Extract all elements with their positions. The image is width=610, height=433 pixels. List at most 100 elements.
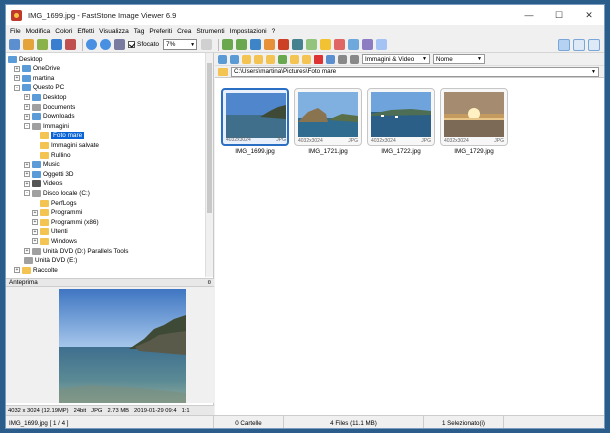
copy-to-icon[interactable]: [290, 54, 299, 64]
move-to-icon[interactable]: [302, 54, 311, 64]
tree-item[interactable]: + Utenti: [32, 227, 68, 237]
menu-item-9[interactable]: Impostazioni: [230, 28, 267, 35]
favorite-folder-icon[interactable]: [254, 54, 263, 64]
menu-item-8[interactable]: Strumenti: [196, 28, 224, 35]
maximize-button[interactable]: ☐: [544, 5, 574, 25]
thumbnail-item[interactable]: 4032x3024 JPG IMG_1699.jpg: [221, 88, 289, 158]
layout-browser-icon[interactable]: [558, 39, 570, 51]
tree-item[interactable]: + Programmi (x86): [32, 217, 99, 227]
acquire-icon[interactable]: [37, 39, 48, 50]
layout-full-icon[interactable]: [588, 39, 600, 51]
expand-icon[interactable]: +: [32, 209, 38, 216]
details-view-icon[interactable]: [338, 54, 347, 64]
rotate-left-icon[interactable]: [250, 39, 262, 50]
collapse-icon[interactable]: -: [14, 84, 20, 91]
crop-icon[interactable]: [292, 39, 304, 50]
menu-item-1[interactable]: Modifica: [26, 28, 51, 35]
email-icon[interactable]: [348, 39, 360, 50]
tree-item[interactable]: - Questo PC: [14, 83, 64, 93]
filter-select[interactable]: Immagini & Video ▼: [362, 54, 430, 64]
expand-icon[interactable]: +: [24, 113, 30, 120]
tree-item[interactable]: + Music: [24, 160, 60, 170]
thumbnail-item[interactable]: 4032x3024 JPG IMG_1729.jpg: [440, 88, 508, 158]
tree-item[interactable]: Rullino: [40, 150, 71, 160]
smooth-checkbox[interactable]: Sfocato: [128, 41, 159, 48]
resize-icon[interactable]: [306, 39, 318, 50]
delete-x-icon[interactable]: [314, 54, 323, 64]
layout-preview-icon[interactable]: [573, 39, 585, 51]
tree-item[interactable]: Desktop: [8, 54, 42, 64]
tree-item[interactable]: + Desktop: [24, 92, 66, 102]
menu-item-5[interactable]: Tag: [134, 28, 145, 35]
hand-tool-icon[interactable]: [201, 39, 213, 50]
expand-icon[interactable]: +: [32, 228, 38, 235]
thumbnail-item[interactable]: 4032x3024 JPG IMG_1721.jpg: [294, 88, 362, 158]
tree-item[interactable]: Immagini salvate: [40, 140, 99, 150]
color-icon[interactable]: [320, 39, 332, 50]
tree-item[interactable]: Unità DVD (E:): [24, 256, 77, 266]
open-folder-icon[interactable]: [9, 39, 20, 50]
tree-item[interactable]: - Immagini: [24, 121, 69, 131]
list-view-icon[interactable]: [350, 54, 359, 64]
tree-item[interactable]: + Oggetti 3D: [24, 169, 74, 179]
tree-item[interactable]: + Windows: [32, 236, 77, 246]
new-folder-icon[interactable]: [266, 54, 275, 64]
up-folder-icon[interactable]: [242, 54, 251, 64]
save-as-icon[interactable]: [65, 39, 76, 50]
tree-item[interactable]: + Videos: [24, 179, 62, 189]
sort-select[interactable]: Nome ▼: [433, 54, 485, 64]
menu-item-4[interactable]: Visualizza: [99, 28, 129, 35]
zoom-in-icon[interactable]: [86, 39, 97, 50]
red-eye-icon[interactable]: [278, 39, 290, 50]
tree-item[interactable]: - Disco locale (C:): [24, 188, 90, 198]
fit-icon[interactable]: [114, 39, 125, 50]
menu-item-7[interactable]: Crea: [177, 28, 191, 35]
title-bar[interactable]: IMG_1699.jpg - FastStone Image Viewer 6.…: [6, 5, 604, 25]
tree-item[interactable]: + OneDrive: [14, 64, 60, 74]
slideshow-icon[interactable]: [376, 39, 388, 50]
next-image-icon[interactable]: [236, 39, 248, 50]
expand-icon[interactable]: +: [24, 161, 30, 168]
menu-item-3[interactable]: Effetti: [77, 28, 94, 35]
expand-icon[interactable]: +: [32, 219, 38, 226]
pin-icon[interactable]: ¤: [207, 279, 211, 286]
expand-icon[interactable]: +: [14, 75, 20, 82]
refresh-icon[interactable]: [278, 54, 287, 64]
tree-scrollbar[interactable]: [205, 53, 213, 277]
menu-item-6[interactable]: Preferiti: [149, 28, 172, 35]
zoom-select[interactable]: 7% ▼: [163, 39, 198, 50]
expand-icon[interactable]: +: [32, 238, 38, 245]
tree-item[interactable]: + martina: [14, 73, 54, 83]
expand-icon[interactable]: +: [24, 94, 30, 101]
print-icon[interactable]: [362, 39, 374, 50]
collapse-icon[interactable]: -: [24, 123, 30, 130]
save-icon[interactable]: [51, 39, 62, 50]
expand-icon[interactable]: +: [14, 267, 20, 274]
expand-icon[interactable]: +: [14, 65, 20, 72]
thumbnail-item[interactable]: 4032x3024 JPG IMG_1722.jpg: [367, 88, 435, 158]
expand-icon[interactable]: +: [24, 104, 30, 110]
close-button[interactable]: ✕: [574, 5, 604, 25]
collapse-icon[interactable]: -: [24, 190, 30, 197]
thumbnails-view-icon[interactable]: [326, 54, 335, 64]
menu-item-0[interactable]: File: [10, 28, 21, 35]
expand-icon[interactable]: +: [24, 180, 30, 187]
path-input[interactable]: C:\Users\martina\Pictures\Foto mare ▼: [231, 66, 599, 77]
tree-item[interactable]: + Programmi: [32, 208, 82, 218]
rotate-right-icon[interactable]: [264, 39, 276, 50]
minimize-button[interactable]: —: [514, 5, 544, 25]
delete-icon[interactable]: [334, 39, 346, 50]
tree-item[interactable]: + Documents: [24, 102, 75, 112]
expand-icon[interactable]: +: [24, 248, 30, 254]
back-arrow-icon[interactable]: [218, 54, 227, 64]
tree-item[interactable]: + Downloads: [24, 112, 75, 122]
zoom-out-icon[interactable]: [100, 39, 111, 50]
forward-arrow-icon[interactable]: [230, 54, 239, 64]
scrollbar-thumb[interactable]: [207, 63, 212, 213]
tree-item[interactable]: PerfLogs: [40, 198, 77, 208]
tree-item[interactable]: + Unità DVD (D:) Parallels Tools: [24, 246, 128, 256]
tree-item[interactable]: Foto mare: [40, 131, 85, 141]
tree-item[interactable]: + Raccolte: [14, 265, 58, 275]
prev-image-icon[interactable]: [222, 39, 234, 50]
expand-icon[interactable]: +: [24, 171, 30, 178]
